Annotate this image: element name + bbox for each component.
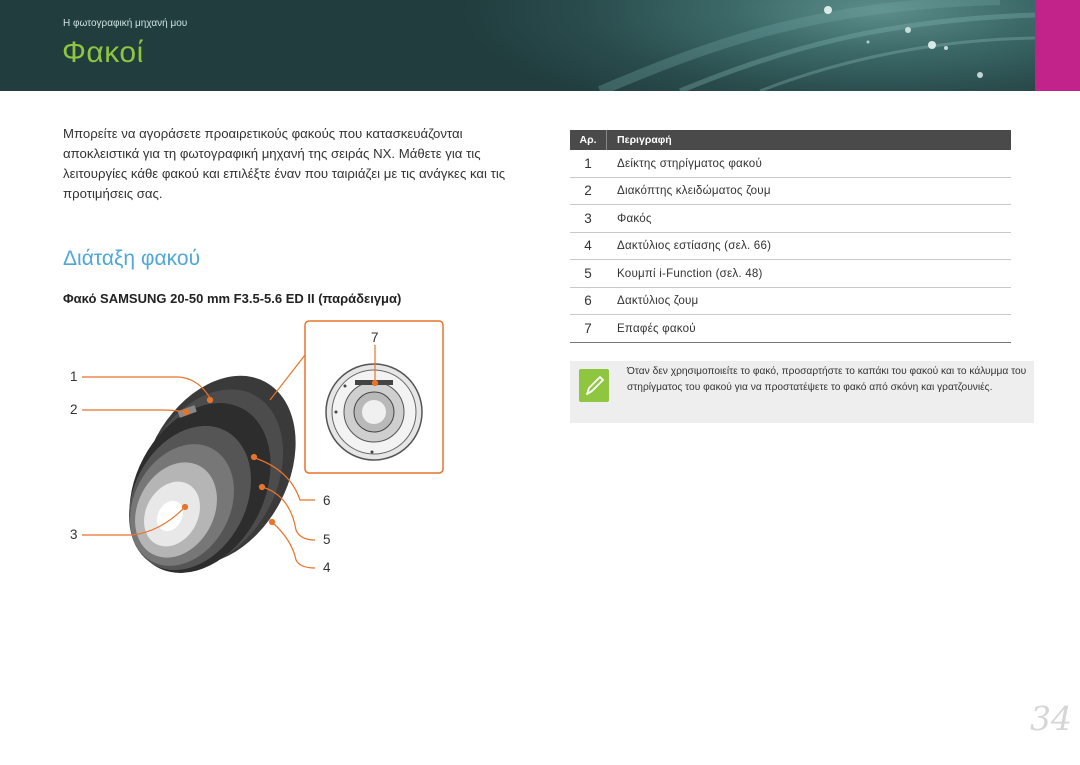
- callout-4: 4: [323, 560, 331, 575]
- table-row: 2 Διακόπτης κλειδώματος ζουμ: [570, 178, 1011, 205]
- table-row: 4 Δακτύλιος εστίασης (σελ. 66): [570, 233, 1011, 260]
- note-box: Όταν δεν χρησιμοποιείτε το φακό, προσαρτ…: [570, 361, 1034, 423]
- table-row: 3 Φακός: [570, 205, 1011, 233]
- row-number: 1: [584, 155, 592, 171]
- pencil-note-icon: [579, 369, 609, 402]
- row-number: 2: [584, 183, 592, 199]
- callout-7: 7: [371, 330, 379, 345]
- row-number: 3: [584, 210, 592, 226]
- callout-leader-lines: [82, 345, 379, 569]
- table-header: Αρ. Περιγραφή: [570, 130, 1011, 150]
- row-description: Επαφές φακού: [617, 321, 696, 335]
- table-row: 7 Επαφές φακού: [570, 315, 1011, 343]
- note-text: Όταν δεν χρησιμοποιείτε το φακό, προσαρτ…: [627, 366, 1027, 393]
- row-description: Δακτύλιος εστίασης (σελ. 66): [617, 239, 772, 253]
- callout-6: 6: [323, 493, 331, 508]
- lens-model-subtitle: Φακό SAMSUNG 20-50 mm F3.5-5.6 ED II (πα…: [63, 291, 402, 306]
- header-banner: Η φωτογραφική μηχανή μου Φακοί: [0, 0, 1080, 91]
- row-description: Κουμπί i-Function (σελ. 48): [617, 266, 763, 280]
- callout-2: 2: [70, 402, 78, 417]
- section-title: Διάταξη φακού: [63, 247, 201, 270]
- lens-rear-mount-image: [325, 363, 423, 461]
- page-number: 34: [1030, 699, 1072, 738]
- table-row: 6 Δακτύλιος ζουμ: [570, 288, 1011, 315]
- row-description: Δακτύλιος ζουμ: [617, 294, 699, 308]
- row-number: 4: [584, 238, 592, 254]
- callout-3: 3: [70, 527, 78, 542]
- callout-5: 5: [323, 532, 331, 547]
- row-number: 6: [584, 293, 592, 309]
- parts-table: Αρ. Περιγραφή 1 Δείκτης στηρίγματος φακο…: [570, 130, 1011, 343]
- banner-swirl-decoration: [598, 0, 1036, 91]
- column-header-description: Περιγραφή: [617, 134, 672, 146]
- row-number: 7: [584, 320, 592, 336]
- intro-paragraph: Μπορείτε να αγοράσετε προαιρετικούς φακο…: [63, 126, 506, 201]
- row-description: Δείκτης στηρίγματος φακού: [617, 156, 762, 170]
- callout-1: 1: [70, 369, 78, 384]
- row-description: Φακός: [617, 211, 652, 225]
- table-row: 1 Δείκτης στηρίγματος φακού: [570, 150, 1011, 178]
- column-header-number: Αρ.: [570, 130, 607, 150]
- breadcrumb: Η φωτογραφική μηχανή μου: [63, 18, 188, 29]
- lens-body-image: [129, 375, 296, 573]
- page-title: Φακοί: [62, 36, 144, 69]
- table-row: 5 Κουμπί i-Function (σελ. 48): [570, 260, 1011, 288]
- chapter-tab: [1035, 0, 1080, 91]
- row-description: Διακόπτης κλειδώματος ζουμ: [617, 184, 771, 198]
- row-number: 5: [584, 265, 592, 281]
